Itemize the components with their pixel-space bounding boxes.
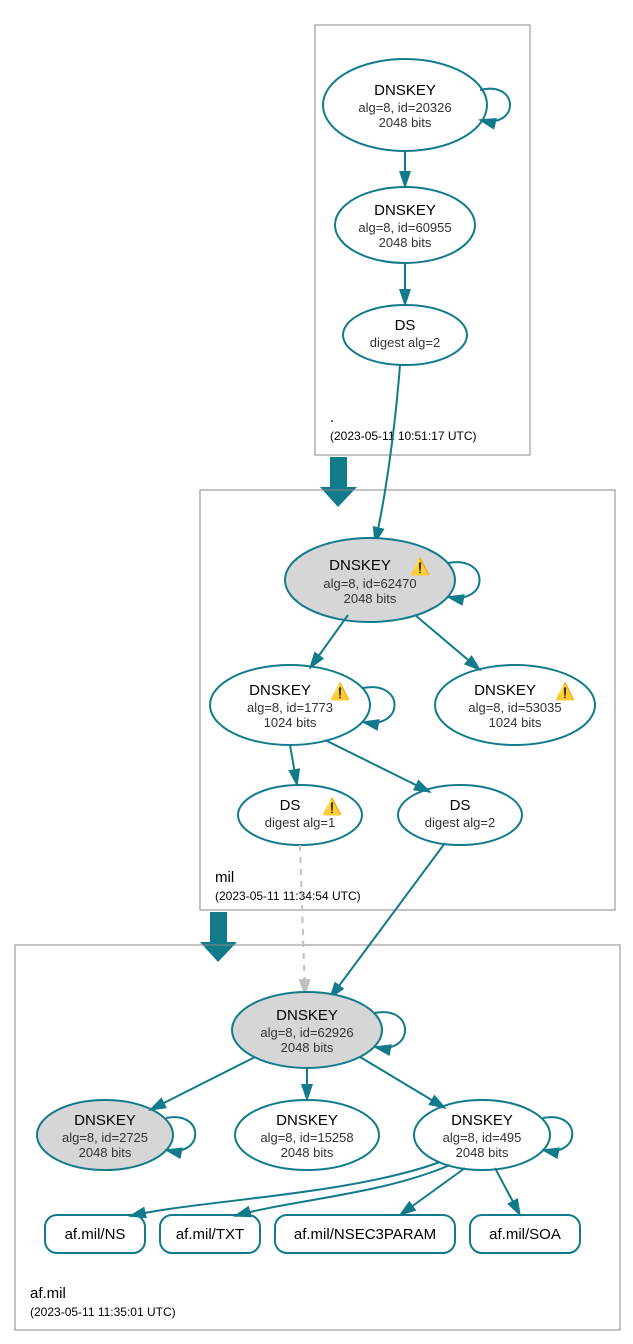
svg-text:2048 bits: 2048 bits bbox=[281, 1040, 334, 1055]
edge-milzsk1-milds1 bbox=[290, 745, 297, 785]
svg-text:af.mil/NS: af.mil/NS bbox=[65, 1226, 126, 1243]
node-mil-zsk1: DNSKEY ⚠️ alg=8, id=1773 1024 bits bbox=[210, 665, 370, 745]
node-mil-ksk: DNSKEY ⚠️ alg=8, id=62470 2048 bits bbox=[285, 538, 455, 622]
edge-afksk-afk1 bbox=[150, 1057, 255, 1110]
svg-text:digest alg=2: digest alg=2 bbox=[370, 335, 440, 350]
svg-text:alg=8, id=495: alg=8, id=495 bbox=[443, 1130, 522, 1145]
svg-text:2048 bits: 2048 bits bbox=[79, 1145, 132, 1160]
svg-text:alg=8, id=20326: alg=8, id=20326 bbox=[358, 100, 451, 115]
svg-text:DNSKEY: DNSKEY bbox=[451, 1112, 513, 1129]
edge-afk3-nsec bbox=[400, 1168, 465, 1215]
zone-afmil-ts: (2023-05-11 11:35:01 UTC) bbox=[30, 1305, 176, 1319]
svg-text:alg=8, id=62926: alg=8, id=62926 bbox=[260, 1025, 353, 1040]
zone-mil-label: mil bbox=[215, 869, 234, 886]
edge-rootds-milksk bbox=[375, 365, 400, 543]
svg-text:DNSKEY: DNSKEY bbox=[374, 202, 436, 219]
svg-text:2048 bits: 2048 bits bbox=[379, 235, 432, 250]
svg-text:1024 bits: 1024 bits bbox=[264, 715, 317, 730]
svg-text:DNSKEY: DNSKEY bbox=[74, 1112, 136, 1129]
node-root-ksk: DNSKEY alg=8, id=20326 2048 bits bbox=[323, 59, 487, 151]
edge-milksk-milzsk1 bbox=[310, 615, 348, 668]
node-root-ds: DS digest alg=2 bbox=[343, 305, 467, 365]
svg-text:2048 bits: 2048 bits bbox=[456, 1145, 509, 1160]
svg-text:alg=8, id=60955: alg=8, id=60955 bbox=[358, 220, 451, 235]
zone-root-label: . bbox=[330, 409, 334, 426]
node-af-k2: DNSKEY alg=8, id=15258 2048 bits bbox=[235, 1100, 379, 1170]
svg-text:DS: DS bbox=[280, 797, 301, 814]
svg-text:digest alg=1: digest alg=1 bbox=[265, 815, 335, 830]
svg-text:alg=8, id=15258: alg=8, id=15258 bbox=[260, 1130, 353, 1145]
node-root-zsk: DNSKEY alg=8, id=60955 2048 bits bbox=[335, 187, 475, 263]
node-af-k1: DNSKEY alg=8, id=2725 2048 bits bbox=[37, 1100, 173, 1170]
edge-milzsk1-milds2 bbox=[325, 740, 430, 792]
svg-text:DNSKEY: DNSKEY bbox=[474, 682, 536, 699]
warning-icon: ⚠️ bbox=[322, 797, 342, 816]
edge-afk3-ns bbox=[130, 1162, 440, 1216]
svg-text:DNSKEY: DNSKEY bbox=[374, 82, 436, 99]
zone-mil-ts: (2023-05-11 11:34:54 UTC) bbox=[215, 889, 361, 903]
svg-text:DNSKEY: DNSKEY bbox=[276, 1007, 338, 1024]
delegation-arrow-mil-afmil bbox=[200, 912, 237, 962]
svg-text:af.mil/SOA: af.mil/SOA bbox=[489, 1226, 561, 1243]
svg-text:af.mil/NSEC3PARAM: af.mil/NSEC3PARAM bbox=[294, 1226, 436, 1243]
zone-afmil-label: af.mil bbox=[30, 1285, 66, 1302]
edge-afk3-txt bbox=[235, 1165, 450, 1216]
svg-text:2048 bits: 2048 bits bbox=[344, 591, 397, 606]
svg-text:DS: DS bbox=[450, 797, 471, 814]
svg-text:DNSKEY: DNSKEY bbox=[329, 557, 391, 574]
svg-text:1024 bits: 1024 bits bbox=[489, 715, 542, 730]
edge-milds2-afksk bbox=[330, 843, 445, 998]
svg-text:DNSKEY: DNSKEY bbox=[249, 682, 311, 699]
svg-text:alg=8, id=62470: alg=8, id=62470 bbox=[323, 576, 416, 591]
svg-text:alg=8, id=2725: alg=8, id=2725 bbox=[62, 1130, 148, 1145]
svg-text:digest alg=2: digest alg=2 bbox=[425, 815, 495, 830]
warning-icon: ⚠️ bbox=[410, 557, 430, 576]
edge-afksk-afk3 bbox=[360, 1057, 445, 1108]
node-mil-ds2: DS digest alg=2 bbox=[398, 785, 522, 845]
svg-text:2048 bits: 2048 bits bbox=[281, 1145, 334, 1160]
svg-text:alg=8, id=53035: alg=8, id=53035 bbox=[468, 700, 561, 715]
svg-text:af.mil/TXT: af.mil/TXT bbox=[176, 1226, 244, 1243]
edge-milksk-milzsk2 bbox=[415, 615, 480, 670]
node-af-k3: DNSKEY alg=8, id=495 2048 bits bbox=[414, 1100, 550, 1170]
warning-icon: ⚠️ bbox=[555, 682, 575, 701]
edge-afk3-soa bbox=[495, 1168, 520, 1215]
edge-milds1-afksk-dashed bbox=[300, 845, 305, 995]
zone-root-ts: (2023-05-11 10:51:17 UTC) bbox=[330, 429, 477, 443]
svg-text:alg=8, id=1773: alg=8, id=1773 bbox=[247, 700, 333, 715]
svg-text:2048 bits: 2048 bits bbox=[379, 115, 432, 130]
warning-icon: ⚠️ bbox=[330, 682, 350, 701]
svg-text:DNSKEY: DNSKEY bbox=[276, 1112, 338, 1129]
node-mil-ds1: DS ⚠️ digest alg=1 bbox=[238, 785, 362, 845]
node-mil-zsk2: DNSKEY ⚠️ alg=8, id=53035 1024 bits bbox=[435, 665, 595, 745]
svg-text:DS: DS bbox=[395, 317, 416, 334]
delegation-arrow-root-mil bbox=[320, 457, 357, 507]
